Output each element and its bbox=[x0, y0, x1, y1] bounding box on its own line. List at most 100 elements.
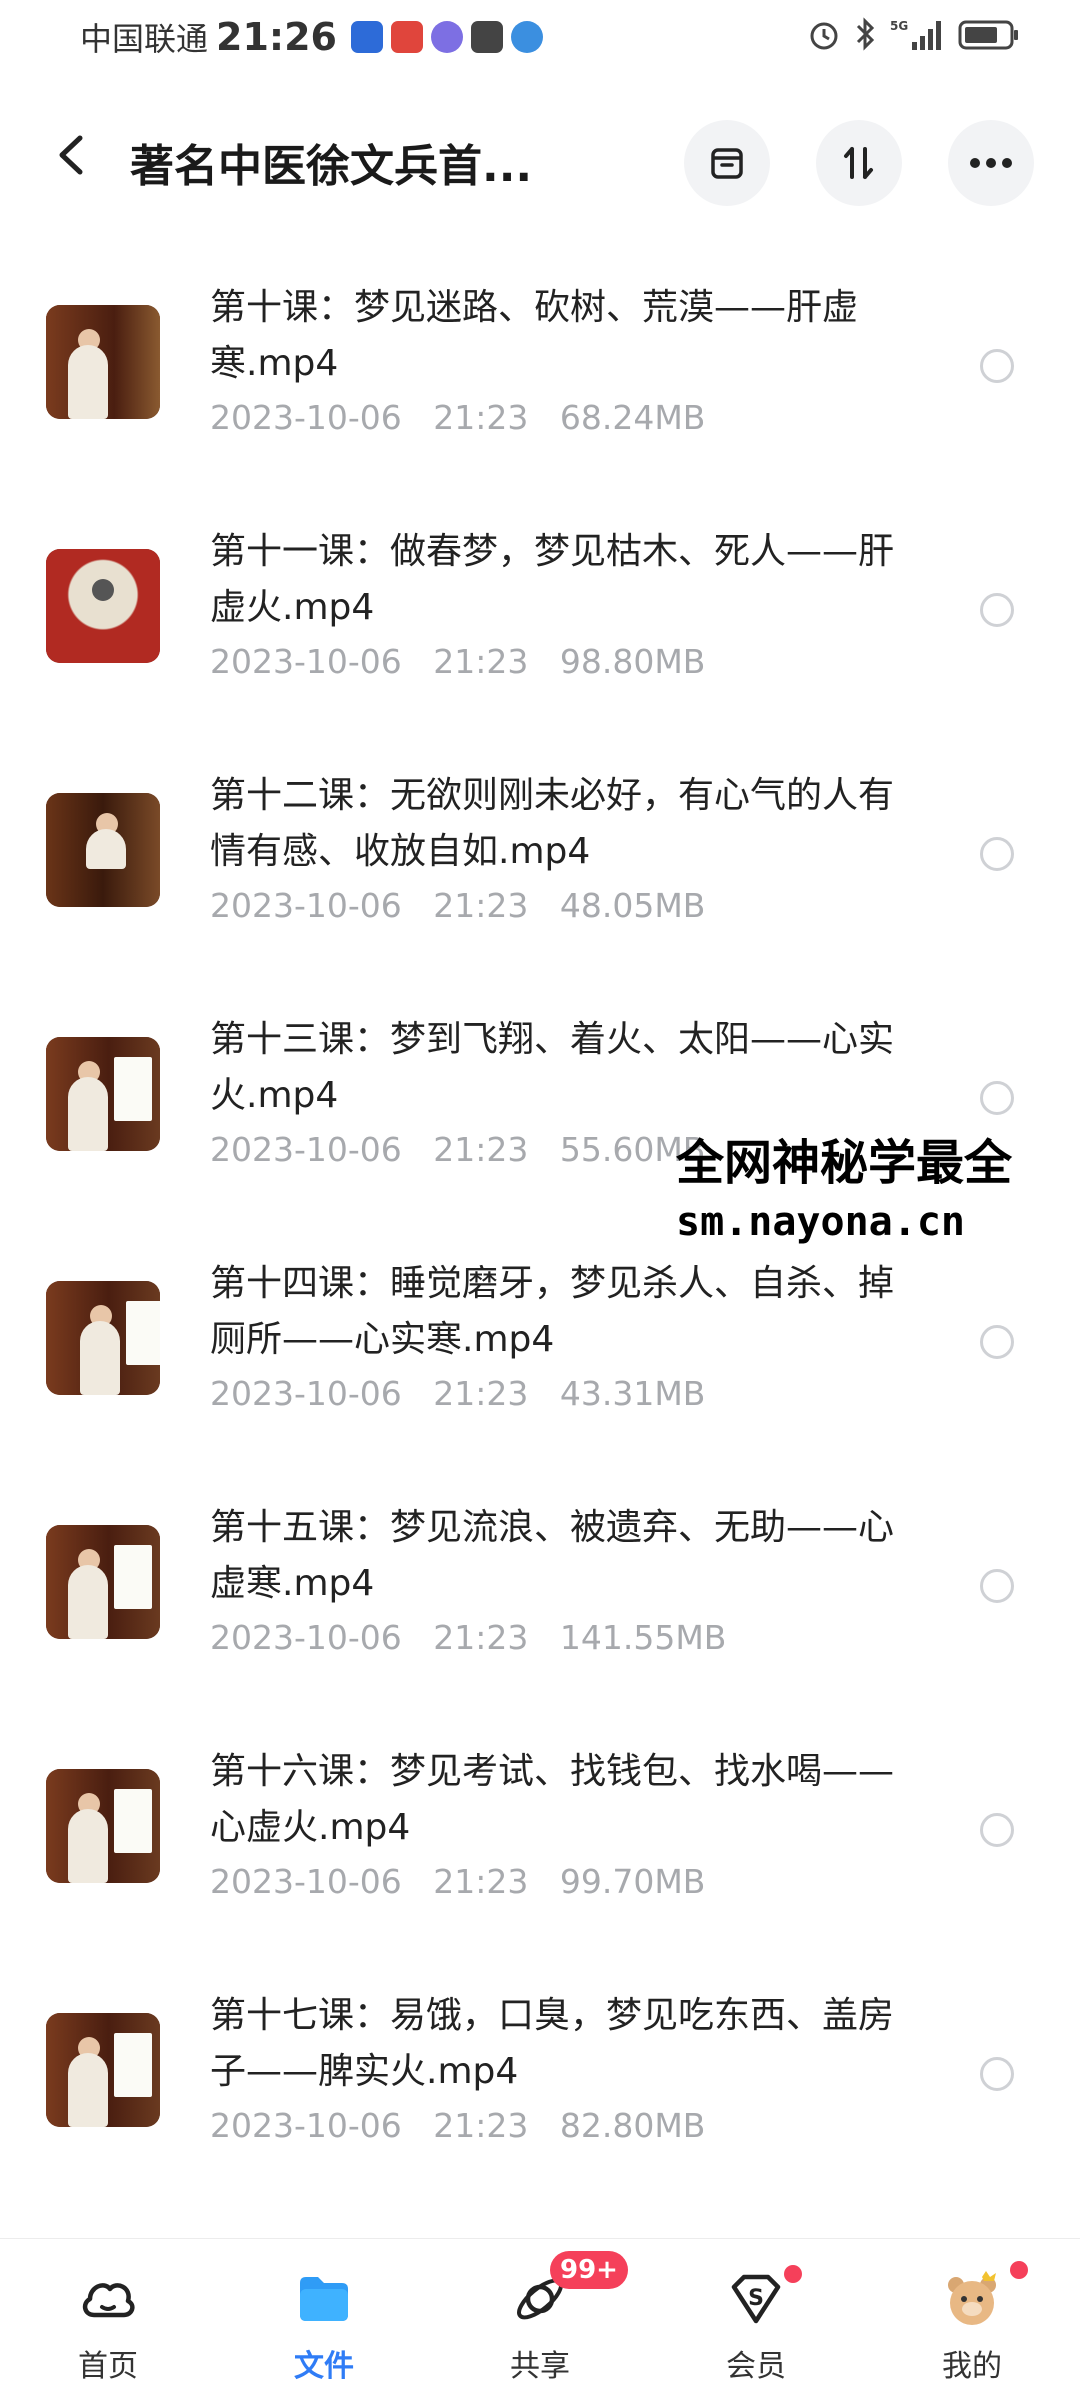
bottom-tab-bar: 首页 文件 99+ 共享 S 会员 我的 bbox=[0, 2238, 1080, 2401]
vip-diamond-icon: S bbox=[731, 2274, 781, 2324]
video-thumbnail bbox=[46, 549, 160, 663]
tab-me[interactable]: 我的 bbox=[864, 2239, 1080, 2401]
file-name: 第十二课：无欲则刚未必好，有心气的人有情有感、收放自如.mp4 bbox=[210, 775, 895, 872]
file-date: 2023-10-06 bbox=[210, 642, 402, 681]
file-size: 98.80MB bbox=[559, 642, 706, 681]
file-date: 2023-10-06 bbox=[210, 398, 402, 437]
alarm-icon bbox=[810, 22, 838, 50]
cloud-home-icon bbox=[82, 2283, 135, 2318]
select-radio[interactable] bbox=[980, 837, 1014, 871]
watermark-line1: 全网神秘学最全 bbox=[676, 1135, 1013, 1191]
file-size: 141.55MB bbox=[559, 1618, 727, 1657]
file-time: 21:23 bbox=[433, 1618, 529, 1657]
file-date: 2023-10-06 bbox=[210, 1618, 402, 1657]
file-row[interactable]: 第十四课：睡觉磨牙，梦见杀人、自杀、掉厕所——心实寒.mp4 2023-10-0… bbox=[0, 1216, 1080, 1460]
folder-icon bbox=[300, 2277, 348, 2321]
file-row[interactable]: 第十五课：梦见流浪、被遗弃、无助——心虚寒.mp4 2023-10-06 21:… bbox=[0, 1460, 1080, 1704]
archive-button[interactable] bbox=[684, 120, 770, 206]
select-radio[interactable] bbox=[980, 593, 1014, 627]
signal-icon: 5G bbox=[890, 19, 941, 50]
app-notification-icon bbox=[390, 21, 423, 53]
page-title: 著名中医徐文兵首... bbox=[130, 141, 533, 192]
bluetooth-icon bbox=[856, 17, 875, 51]
sort-button[interactable] bbox=[816, 120, 902, 206]
file-meta: 2023-10-06 21:23 68.24MB bbox=[210, 398, 705, 437]
file-size: 82.80MB bbox=[559, 2106, 706, 2145]
file-size: 43.31MB bbox=[559, 1374, 706, 1413]
select-radio[interactable] bbox=[980, 1813, 1014, 1847]
top-bar: 著名中医徐文兵首... bbox=[0, 110, 1080, 206]
file-time: 21:23 bbox=[433, 1374, 529, 1413]
archive-icon bbox=[711, 148, 743, 179]
file-name: 第十一课：做春梦，梦见枯木、死人——肝虚火.mp4 bbox=[210, 531, 895, 628]
file-date: 2023-10-06 bbox=[210, 1130, 402, 1169]
select-radio[interactable] bbox=[980, 349, 1014, 383]
select-radio[interactable] bbox=[980, 1081, 1014, 1115]
mail-icon bbox=[470, 21, 503, 53]
file-time: 21:23 bbox=[433, 1130, 529, 1169]
file-size: 68.24MB bbox=[559, 398, 706, 437]
file-name: 第十七课：易饿，口臭，梦见吃东西、盖房子——脾实火.mp4 bbox=[210, 1995, 895, 2092]
video-thumbnail bbox=[46, 1037, 160, 1151]
select-radio[interactable] bbox=[980, 2057, 1014, 2091]
clock: 21:26 bbox=[216, 15, 337, 59]
tab-label: 会员 bbox=[726, 2349, 786, 2384]
video-thumbnail bbox=[46, 2013, 160, 2127]
svg-text:S: S bbox=[748, 2286, 764, 2311]
file-name: 第十五课：梦见流浪、被遗弃、无助——心虚寒.mp4 bbox=[210, 1507, 895, 1604]
file-meta: 2023-10-06 21:23 99.70MB bbox=[210, 1862, 705, 1901]
file-size: 99.70MB bbox=[559, 1862, 706, 1901]
video-thumbnail bbox=[46, 1769, 160, 1883]
file-row[interactable]: 第十六课：梦见考试、找钱包、找水喝——心虚火.mp4 2023-10-06 21… bbox=[0, 1704, 1080, 1948]
tab-files[interactable]: 文件 bbox=[216, 2239, 432, 2401]
status-bar: 中国联通 21:26 5G bbox=[0, 0, 1080, 72]
file-date: 2023-10-06 bbox=[210, 1862, 402, 1901]
sort-icon bbox=[844, 147, 873, 179]
file-row[interactable]: 第十课：梦见迷路、砍树、荒漠——肝虚寒.mp4 2023-10-06 21:23… bbox=[0, 240, 1080, 484]
file-meta: 2023-10-06 21:23 141.55MB bbox=[210, 1618, 726, 1657]
file-name: 第十四课：睡觉磨牙，梦见杀人、自杀、掉厕所——心实寒.mp4 bbox=[210, 1263, 895, 1360]
select-radio[interactable] bbox=[980, 1569, 1014, 1603]
tab-label: 首页 bbox=[78, 2349, 138, 2384]
bear-avatar-icon bbox=[948, 2271, 996, 2325]
file-meta: 2023-10-06 21:23 55.60MB bbox=[210, 1130, 705, 1169]
file-date: 2023-10-06 bbox=[210, 2106, 402, 2145]
tab-label: 我的 bbox=[942, 2349, 1002, 2384]
file-size: 48.05MB bbox=[559, 886, 706, 925]
back-button[interactable] bbox=[48, 130, 98, 180]
tab-label: 共享 bbox=[510, 2349, 570, 2384]
file-meta: 2023-10-06 21:23 98.80MB bbox=[210, 642, 705, 681]
file-date: 2023-10-06 bbox=[210, 886, 402, 925]
notification-badge: 99+ bbox=[550, 2251, 628, 2289]
more-button[interactable] bbox=[948, 120, 1034, 206]
file-name: 第十课：梦见迷路、砍树、荒漠——肝虚寒.mp4 bbox=[210, 287, 859, 384]
notification-dot bbox=[1010, 2261, 1028, 2279]
file-meta: 2023-10-06 21:23 82.80MB bbox=[210, 2106, 705, 2145]
file-date: 2023-10-06 bbox=[210, 1374, 402, 1413]
select-radio[interactable] bbox=[980, 1325, 1014, 1359]
notification-dot bbox=[784, 2265, 802, 2283]
browser-icon bbox=[510, 21, 543, 53]
file-meta: 2023-10-06 21:23 43.31MB bbox=[210, 1374, 705, 1413]
watermark-line2: sm.nayona.cn bbox=[676, 1199, 965, 1245]
file-row[interactable]: 第十一课：做春梦，梦见枯木、死人——肝虚火.mp4 2023-10-06 21:… bbox=[0, 484, 1080, 728]
file-row[interactable]: 第十二课：无欲则刚未必好，有心气的人有情有感、收放自如.mp4 2023-10-… bbox=[0, 728, 1080, 972]
tab-home[interactable]: 首页 bbox=[0, 2239, 216, 2401]
tab-vip[interactable]: S 会员 bbox=[648, 2239, 864, 2401]
file-name: 第十三课：梦到飞翔、着火、太阳——心实火.mp4 bbox=[210, 1019, 895, 1116]
network-type-label: 5G bbox=[890, 19, 908, 33]
app-notification-icon bbox=[350, 21, 383, 53]
video-thumbnail bbox=[46, 305, 160, 419]
file-row[interactable]: 第十七课：易饿，口臭，梦见吃东西、盖房子——脾实火.mp4 2023-10-06… bbox=[0, 1948, 1080, 2192]
watermark: 全网神秘学最全 sm.nayona.cn bbox=[676, 1132, 1076, 1250]
tab-share[interactable]: 99+ 共享 bbox=[432, 2239, 648, 2401]
video-thumbnail bbox=[46, 1281, 160, 1395]
video-thumbnail bbox=[46, 793, 160, 907]
carrier-label: 中国联通 bbox=[80, 20, 209, 58]
more-icon bbox=[970, 158, 1012, 168]
file-time: 21:23 bbox=[433, 886, 529, 925]
music-icon bbox=[430, 21, 463, 53]
tab-label: 文件 bbox=[294, 2349, 354, 2384]
file-time: 21:23 bbox=[433, 642, 529, 681]
file-meta: 2023-10-06 21:23 48.05MB bbox=[210, 886, 705, 925]
